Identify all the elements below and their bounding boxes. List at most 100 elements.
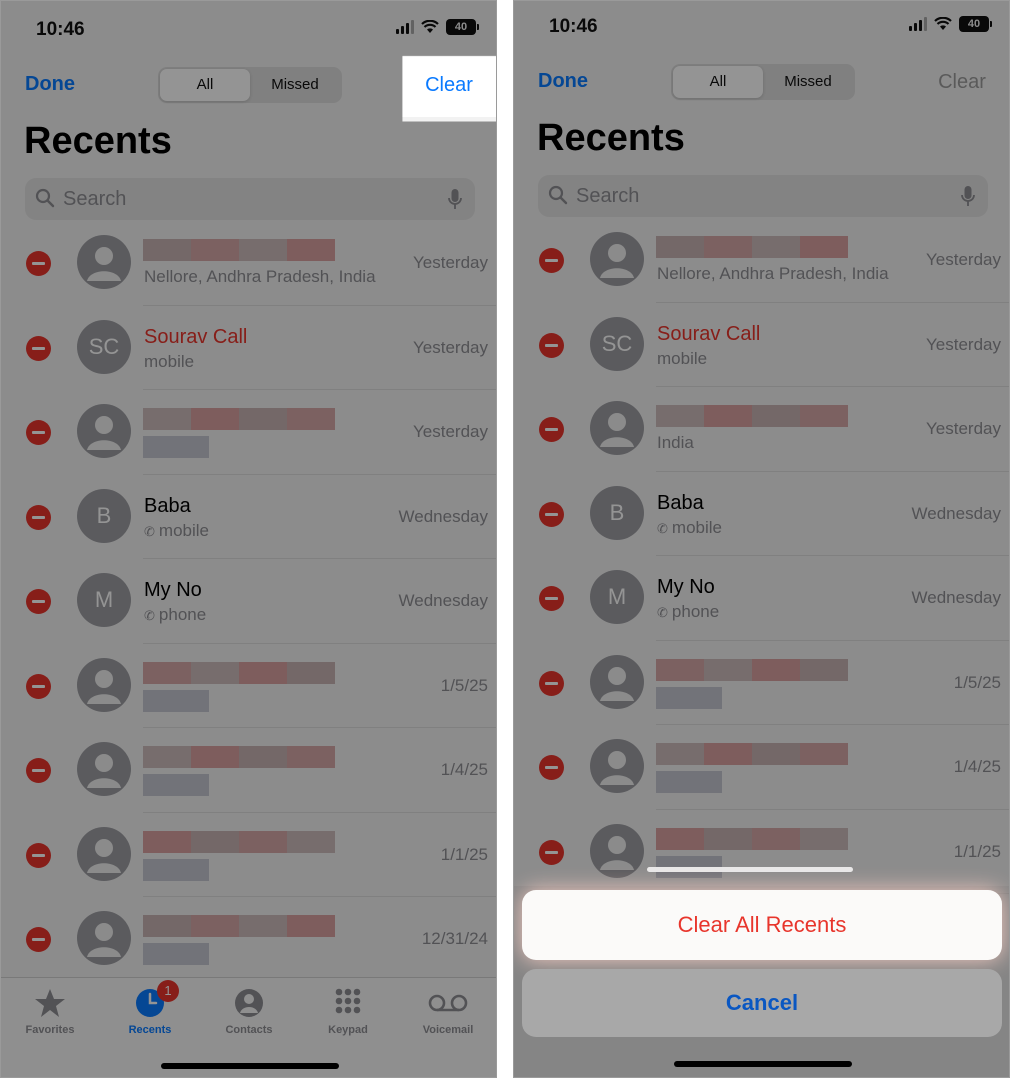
delete-minus-icon[interactable] (26, 842, 51, 868)
status-bar: 10:46 40 (514, 1, 1009, 50)
redacted-subtitle-block (143, 858, 209, 881)
redacted-name-block (704, 658, 752, 681)
redacted-name-block (191, 239, 239, 261)
call-subtitle: mobile (657, 349, 707, 369)
delete-minus-icon[interactable] (539, 332, 564, 358)
tab-label: Voicemail (422, 1024, 474, 1036)
call-subtitle: India (657, 433, 694, 453)
tab-contacts[interactable]: Contacts (204, 986, 294, 1036)
redacted-subtitle-block (143, 774, 209, 796)
call-date: Yesterday (926, 419, 1001, 438)
delete-minus-icon[interactable] (539, 839, 564, 865)
phone-screen-right: 10:46 40 Done All Missed Clear Recents S… (513, 0, 1010, 1078)
call-row[interactable]: M My No ✆ phone Wednesday (514, 556, 1009, 641)
clear-button[interactable]: Clear (402, 57, 496, 117)
avatar (590, 823, 644, 878)
wifi-icon (934, 17, 952, 30)
segment-missed[interactable]: Missed (763, 66, 853, 98)
delete-minus-icon[interactable] (26, 251, 51, 276)
done-button[interactable]: Done (538, 70, 588, 93)
redacted-name-block (191, 408, 239, 430)
call-row[interactable]: 1/1/25 (514, 810, 1009, 895)
call-row[interactable]: 1/4/25 (1, 728, 496, 813)
clear-button[interactable]: Clear (915, 54, 1009, 114)
filter-segmented-control: All Missed (158, 67, 342, 103)
call-date: Wednesday (911, 503, 1001, 523)
call-subtitle-text: Nellore, Andhra Pradesh, India (144, 267, 376, 286)
voicemail-icon (427, 986, 469, 1020)
delete-minus-icon[interactable] (539, 586, 564, 611)
search-input[interactable]: Search (538, 175, 988, 217)
delete-minus-icon[interactable] (539, 248, 564, 273)
delete-minus-icon[interactable] (26, 927, 51, 952)
call-row[interactable]: B Baba ✆ mobile Wednesday (514, 472, 1009, 557)
search-input[interactable]: Search (25, 178, 475, 220)
delete-minus-icon[interactable] (26, 504, 51, 530)
microphone-icon[interactable] (447, 188, 463, 210)
call-date: 12/31/24 (421, 929, 488, 948)
call-row[interactable]: 1/5/25 (1, 644, 496, 729)
redacted-name-block (800, 827, 848, 850)
scroll-indicator (647, 867, 853, 872)
delete-minus-icon[interactable] (26, 589, 51, 614)
delete-minus-icon[interactable] (539, 501, 564, 527)
avatar: M (590, 570, 644, 624)
delete-minus-icon[interactable] (539, 670, 564, 696)
segment-all[interactable]: All (673, 66, 763, 98)
redacted-name-block (287, 408, 335, 430)
call-date: Wednesday (911, 588, 1001, 607)
call-row[interactable]: India Yesterday (514, 387, 1009, 472)
redacted-subtitle-block (143, 436, 209, 458)
call-row[interactable]: 12/31/24 (1, 897, 496, 982)
delete-minus-icon[interactable] (26, 335, 51, 361)
call-row[interactable]: Nellore, Andhra Pradesh, India Yesterday (1, 221, 496, 306)
search-icon (548, 185, 568, 205)
delete-minus-icon[interactable] (539, 755, 564, 780)
tab-label: Keypad (328, 1024, 368, 1036)
call-date: Yesterday (926, 250, 1001, 269)
call-subtitle: ✆ mobile (657, 518, 722, 538)
call-row[interactable]: 1/4/25 (514, 725, 1009, 810)
tab-favorites[interactable]: Favorites (5, 986, 95, 1036)
avatar (77, 911, 131, 965)
cancel-button[interactable]: Cancel (522, 969, 1002, 1037)
avatar-initials: B (96, 502, 112, 528)
redacted-name-block (143, 661, 191, 684)
call-row[interactable]: Nellore, Andhra Pradesh, India Yesterday (514, 218, 1009, 303)
redacted-name-block (704, 236, 752, 258)
contact-name: Baba (144, 494, 191, 517)
redacted-name-block (143, 915, 191, 937)
call-row[interactable]: 1/1/25 (1, 813, 496, 898)
search-placeholder: Search (63, 188, 127, 210)
clear-all-recents-button[interactable]: Clear All Recents (522, 890, 1002, 960)
tab-recents[interactable]: 1 Recents (105, 980, 195, 1036)
done-button[interactable]: Done (25, 73, 75, 96)
call-date: Yesterday (413, 422, 488, 441)
call-row[interactable]: M My No ✆ phone Wednesday (1, 559, 496, 644)
avatar (590, 654, 644, 709)
call-row[interactable]: B Baba ✆ mobile Wednesday (1, 475, 496, 560)
segment-missed[interactable]: Missed (250, 69, 340, 101)
star-icon (33, 986, 67, 1020)
delete-minus-icon[interactable] (539, 417, 564, 442)
delete-minus-icon[interactable] (26, 758, 51, 783)
call-subtitle-text: Nellore, Andhra Pradesh, India (657, 264, 889, 283)
redacted-name-block (287, 661, 335, 684)
call-row[interactable]: 1/5/25 (514, 641, 1009, 726)
call-row[interactable]: SC Sourav Call mobile Yesterday (514, 303, 1009, 388)
call-date: Yesterday (413, 253, 488, 272)
segment-all[interactable]: All (160, 69, 250, 101)
call-subtitle: Nellore, Andhra Pradesh, India (657, 264, 889, 284)
call-row[interactable]: Yesterday (1, 390, 496, 475)
call-row[interactable]: SC Sourav Call mobile Yesterday (1, 306, 496, 391)
microphone-icon[interactable] (960, 185, 976, 207)
call-subtitle-text: mobile (671, 517, 722, 537)
delete-minus-icon[interactable] (26, 673, 51, 699)
delete-minus-icon[interactable] (26, 420, 51, 445)
person-silhouette-icon (87, 838, 121, 873)
redacted-name-block (191, 915, 239, 937)
tab-voicemail[interactable]: Voicemail (403, 986, 493, 1036)
tab-keypad[interactable]: Keypad (303, 986, 393, 1036)
redacted-name-block (752, 236, 800, 258)
tab-label: Contacts (225, 1024, 273, 1036)
